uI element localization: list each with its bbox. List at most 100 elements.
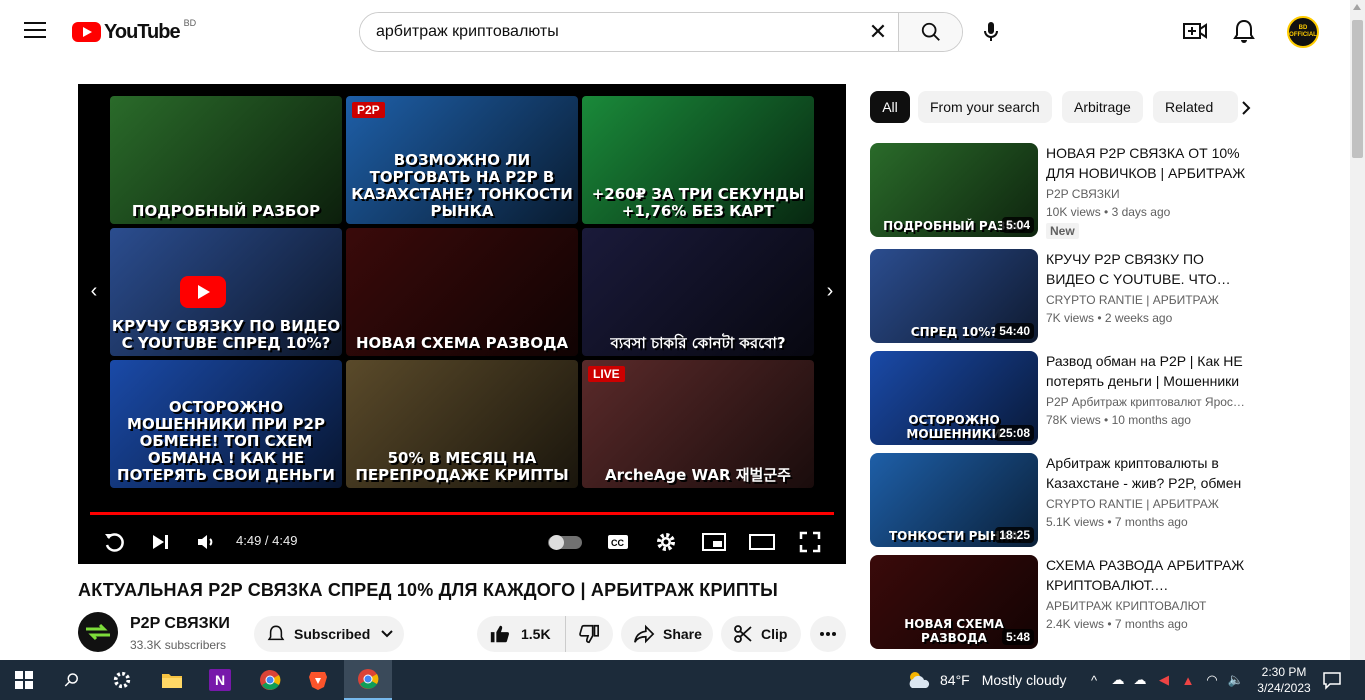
recommended-thumbnail[interactable]: НОВАЯ СХЕМА РАЗВОДА 5:48 <box>870 555 1038 649</box>
speaker-icon[interactable]: 🔈 <box>1226 670 1246 690</box>
file-explorer-icon[interactable] <box>148 660 196 700</box>
brave-icon[interactable] <box>294 660 342 700</box>
recommended-title[interactable]: СХЕМА РАЗВОДА АРБИТРАЖ КРИПТОВАЛЮТ. ОСТО… <box>1046 555 1250 595</box>
recommended-video[interactable]: ОСТОРОЖНО МОШЕННИКИ 25:08 Развод обман на … <box>870 351 1250 445</box>
end-screen-video-1[interactable]: P2P ВОЗМОЖНО ЛИ ТОРГОВАТЬ НА P2P В КАЗАХС… <box>346 96 578 224</box>
search-input[interactable] <box>360 13 858 51</box>
video-player[interactable]: ПОДРОБНЫЙ РАЗБОР P2P ВОЗМОЖНО ЛИ ТОРГОВАТЬ… <box>78 84 846 564</box>
chip-all[interactable]: All <box>870 91 910 123</box>
notification-center-icon[interactable] <box>1322 670 1342 690</box>
notifications-bell-icon[interactable] <box>1232 18 1258 46</box>
replay-icon[interactable] <box>100 528 128 556</box>
recommended-title[interactable]: Арбитраж криптовалюты в Казахстане - жив… <box>1046 453 1250 493</box>
end-screen-video-8[interactable]: LIVE ArcheAge WAR 재벌군주 <box>582 360 814 488</box>
end-screen-video-5[interactable]: ব্যবসা চাকরি কোনটা করবো? <box>582 228 814 356</box>
chip-from-your-search[interactable]: From your search <box>918 91 1052 123</box>
autoplay-toggle[interactable] <box>548 535 582 550</box>
onenote-icon[interactable]: N <box>196 660 244 700</box>
windows-start-icon[interactable] <box>0 660 48 700</box>
channel-avatar[interactable] <box>78 612 118 652</box>
wifi-icon[interactable]: ◠ <box>1202 670 1222 690</box>
settings-gear-taskbar-icon[interactable] <box>98 660 146 700</box>
meta-separator: • <box>1104 617 1115 631</box>
weather-widget[interactable]: 84°F Mostly cloudy <box>906 660 1067 700</box>
more-actions-button[interactable] <box>810 616 846 652</box>
end-screen-video-2[interactable]: +260₽ ЗА ТРИ СЕКУНДЫ +1,76% БЕЗ КАРТ <box>582 96 814 224</box>
captions-icon[interactable]: CC <box>606 528 630 556</box>
upload-age: 3 days ago <box>1111 205 1171 219</box>
cloud-icon[interactable]: ☁ <box>1130 670 1150 690</box>
clip-button[interactable]: Clip <box>721 616 801 652</box>
recommended-channel[interactable]: АРБИТРАЖ КРИПТОВАЛЮТ <box>1046 599 1250 613</box>
acrobat-icon[interactable]: ▲ <box>1178 670 1198 690</box>
scroll-up-arrow-icon[interactable] <box>1353 4 1361 10</box>
end-screen-video-7[interactable]: 50% В МЕСЯЦ НА ПЕРЕПРОДАЖЕ КРИПТЫ <box>346 360 578 488</box>
progress-bar[interactable] <box>90 512 834 515</box>
end-screen-video-0[interactable]: ПОДРОБНЫЙ РАЗБОР <box>110 96 342 224</box>
recommended-meta: 2.4K views • 7 months ago <box>1046 617 1188 631</box>
chip-arbitrage[interactable]: Arbitrage <box>1062 91 1143 123</box>
dislike-button[interactable] <box>566 616 600 652</box>
recommended-meta: 7K views • 2 weeks ago <box>1046 311 1172 325</box>
view-count: 78K views <box>1046 413 1101 427</box>
next-arrow-icon[interactable]: › <box>820 280 840 304</box>
recommended-title[interactable]: Развод обман на P2P | Как НЕ потерять де… <box>1046 351 1250 391</box>
recommended-meta: 10K views • 3 days ago <box>1046 205 1170 219</box>
recommended-thumbnail[interactable]: ПОДРОБНЫЙ РАЗБО 5:04 <box>870 143 1038 237</box>
video-duration: 5:48 <box>1001 629 1034 645</box>
recommended-channel[interactable]: CRYPTO RANTIE | АРБИТРАЖ <box>1046 497 1250 511</box>
recommended-thumbnail[interactable]: ТОНКОСТИ РЫНКА 18:25 <box>870 453 1038 547</box>
thumbnail-caption: ArcheAge WAR 재벌군주 <box>605 466 791 484</box>
menu-icon[interactable] <box>24 22 46 40</box>
meta-separator: • <box>1094 311 1105 325</box>
account-avatar[interactable]: BD OFFICIAL <box>1287 16 1319 48</box>
page-scrollbar[interactable] <box>1350 0 1365 660</box>
like-count: 1.5K <box>521 626 551 642</box>
share-button[interactable]: Share <box>621 616 713 652</box>
recommended-video[interactable]: СПРЕД 10%? 54:40 КРУЧУ P2P СВЯЗКУ ПО ВИДЕО… <box>870 249 1250 343</box>
recommended-thumbnail[interactable]: ОСТОРОЖНО МОШЕННИКИ 25:08 <box>870 351 1038 445</box>
thumbnail-caption: КРУЧУ СВЯЗКУ ПО ВИДЕО С YOUTUBE СПРЕД 10… <box>111 317 341 352</box>
red-app-icon[interactable]: ◀ <box>1154 670 1174 690</box>
clear-icon[interactable]: ✕ <box>858 13 898 51</box>
youtube-logo[interactable]: YouTube BD <box>72 18 196 44</box>
search-button[interactable] <box>898 13 962 51</box>
recommended-thumbnail[interactable]: СПРЕД 10%? 54:40 <box>870 249 1038 343</box>
system-clock[interactable]: 2:30 PM 3/24/2023 <box>1250 664 1318 696</box>
create-video-icon[interactable] <box>1182 18 1210 46</box>
end-screen-video-4[interactable]: НОВАЯ СХЕМА РАЗВОДА <box>346 228 578 356</box>
taskbar-search-icon[interactable] <box>48 660 96 700</box>
mic-icon[interactable] <box>975 16 1007 48</box>
video-duration: 25:08 <box>995 425 1034 441</box>
time-display: 4:49 / 4:49 <box>236 533 298 548</box>
miniplayer-icon[interactable] <box>702 528 726 556</box>
scrollbar-thumb[interactable] <box>1352 20 1363 158</box>
fullscreen-icon[interactable] <box>798 528 822 556</box>
prev-arrow-icon[interactable]: ‹ <box>84 280 104 304</box>
recommended-video[interactable]: НОВАЯ СХЕМА РАЗВОДА 5:48 СХЕМА РАЗВОДА АРБ… <box>870 555 1250 649</box>
scissors-icon <box>733 624 753 644</box>
chrome-icon[interactable] <box>246 660 294 700</box>
like-button[interactable]: 1.5K <box>477 616 566 652</box>
recommended-channel[interactable]: P2P Арбитраж криптовалют Ярослав <box>1046 395 1250 409</box>
chevron-right-icon[interactable] <box>1236 98 1256 118</box>
settings-gear-icon[interactable] <box>654 528 678 556</box>
end-screen-video-3[interactable]: КРУЧУ СВЯЗКУ ПО ВИДЕО С YOUTUBE СПРЕД 10… <box>110 228 342 356</box>
recommended-channel[interactable]: CRYPTO RANTIE | АРБИТРАЖ <box>1046 293 1250 307</box>
chrome-active-icon[interactable] <box>344 660 392 700</box>
end-screen-video-6[interactable]: ОСТОРОЖНО МОШЕННИКИ ПРИ P2P ОБМЕНЕ! ТОП … <box>110 360 342 488</box>
next-video-icon[interactable] <box>148 528 172 556</box>
recommended-channel[interactable]: P2P СВЯЗКИ <box>1046 187 1250 201</box>
chip-related[interactable]: Related <box>1153 91 1238 123</box>
channel-name[interactable]: P2P СВЯЗКИ <box>130 615 230 633</box>
recommended-title[interactable]: НОВАЯ P2P СВЯЗКА ОТ 10% ДЛЯ НОВИЧКОВ | А… <box>1046 143 1250 183</box>
volume-icon[interactable] <box>194 528 218 556</box>
recommended-video[interactable]: ТОНКОСТИ РЫНКА 18:25 Арбитраж криптовалюты… <box>870 453 1250 547</box>
chevron-up-icon[interactable]: ^ <box>1084 670 1104 690</box>
subscribed-button[interactable]: Subscribed <box>254 616 404 652</box>
thumbnail-caption: +260₽ ЗА ТРИ СЕКУНДЫ +1,76% БЕЗ КАРТ <box>591 185 805 220</box>
recommended-title[interactable]: КРУЧУ P2P СВЯЗКУ ПО ВИДЕО С YOUTUBE. ЧТО… <box>1046 249 1250 289</box>
onedrive-icon[interactable]: ☁ <box>1108 670 1128 690</box>
theater-mode-icon[interactable] <box>748 528 776 556</box>
recommended-video[interactable]: ПОДРОБНЫЙ РАЗБО 5:04 НОВАЯ P2P СВЯЗКА ОТ 1… <box>870 143 1250 239</box>
